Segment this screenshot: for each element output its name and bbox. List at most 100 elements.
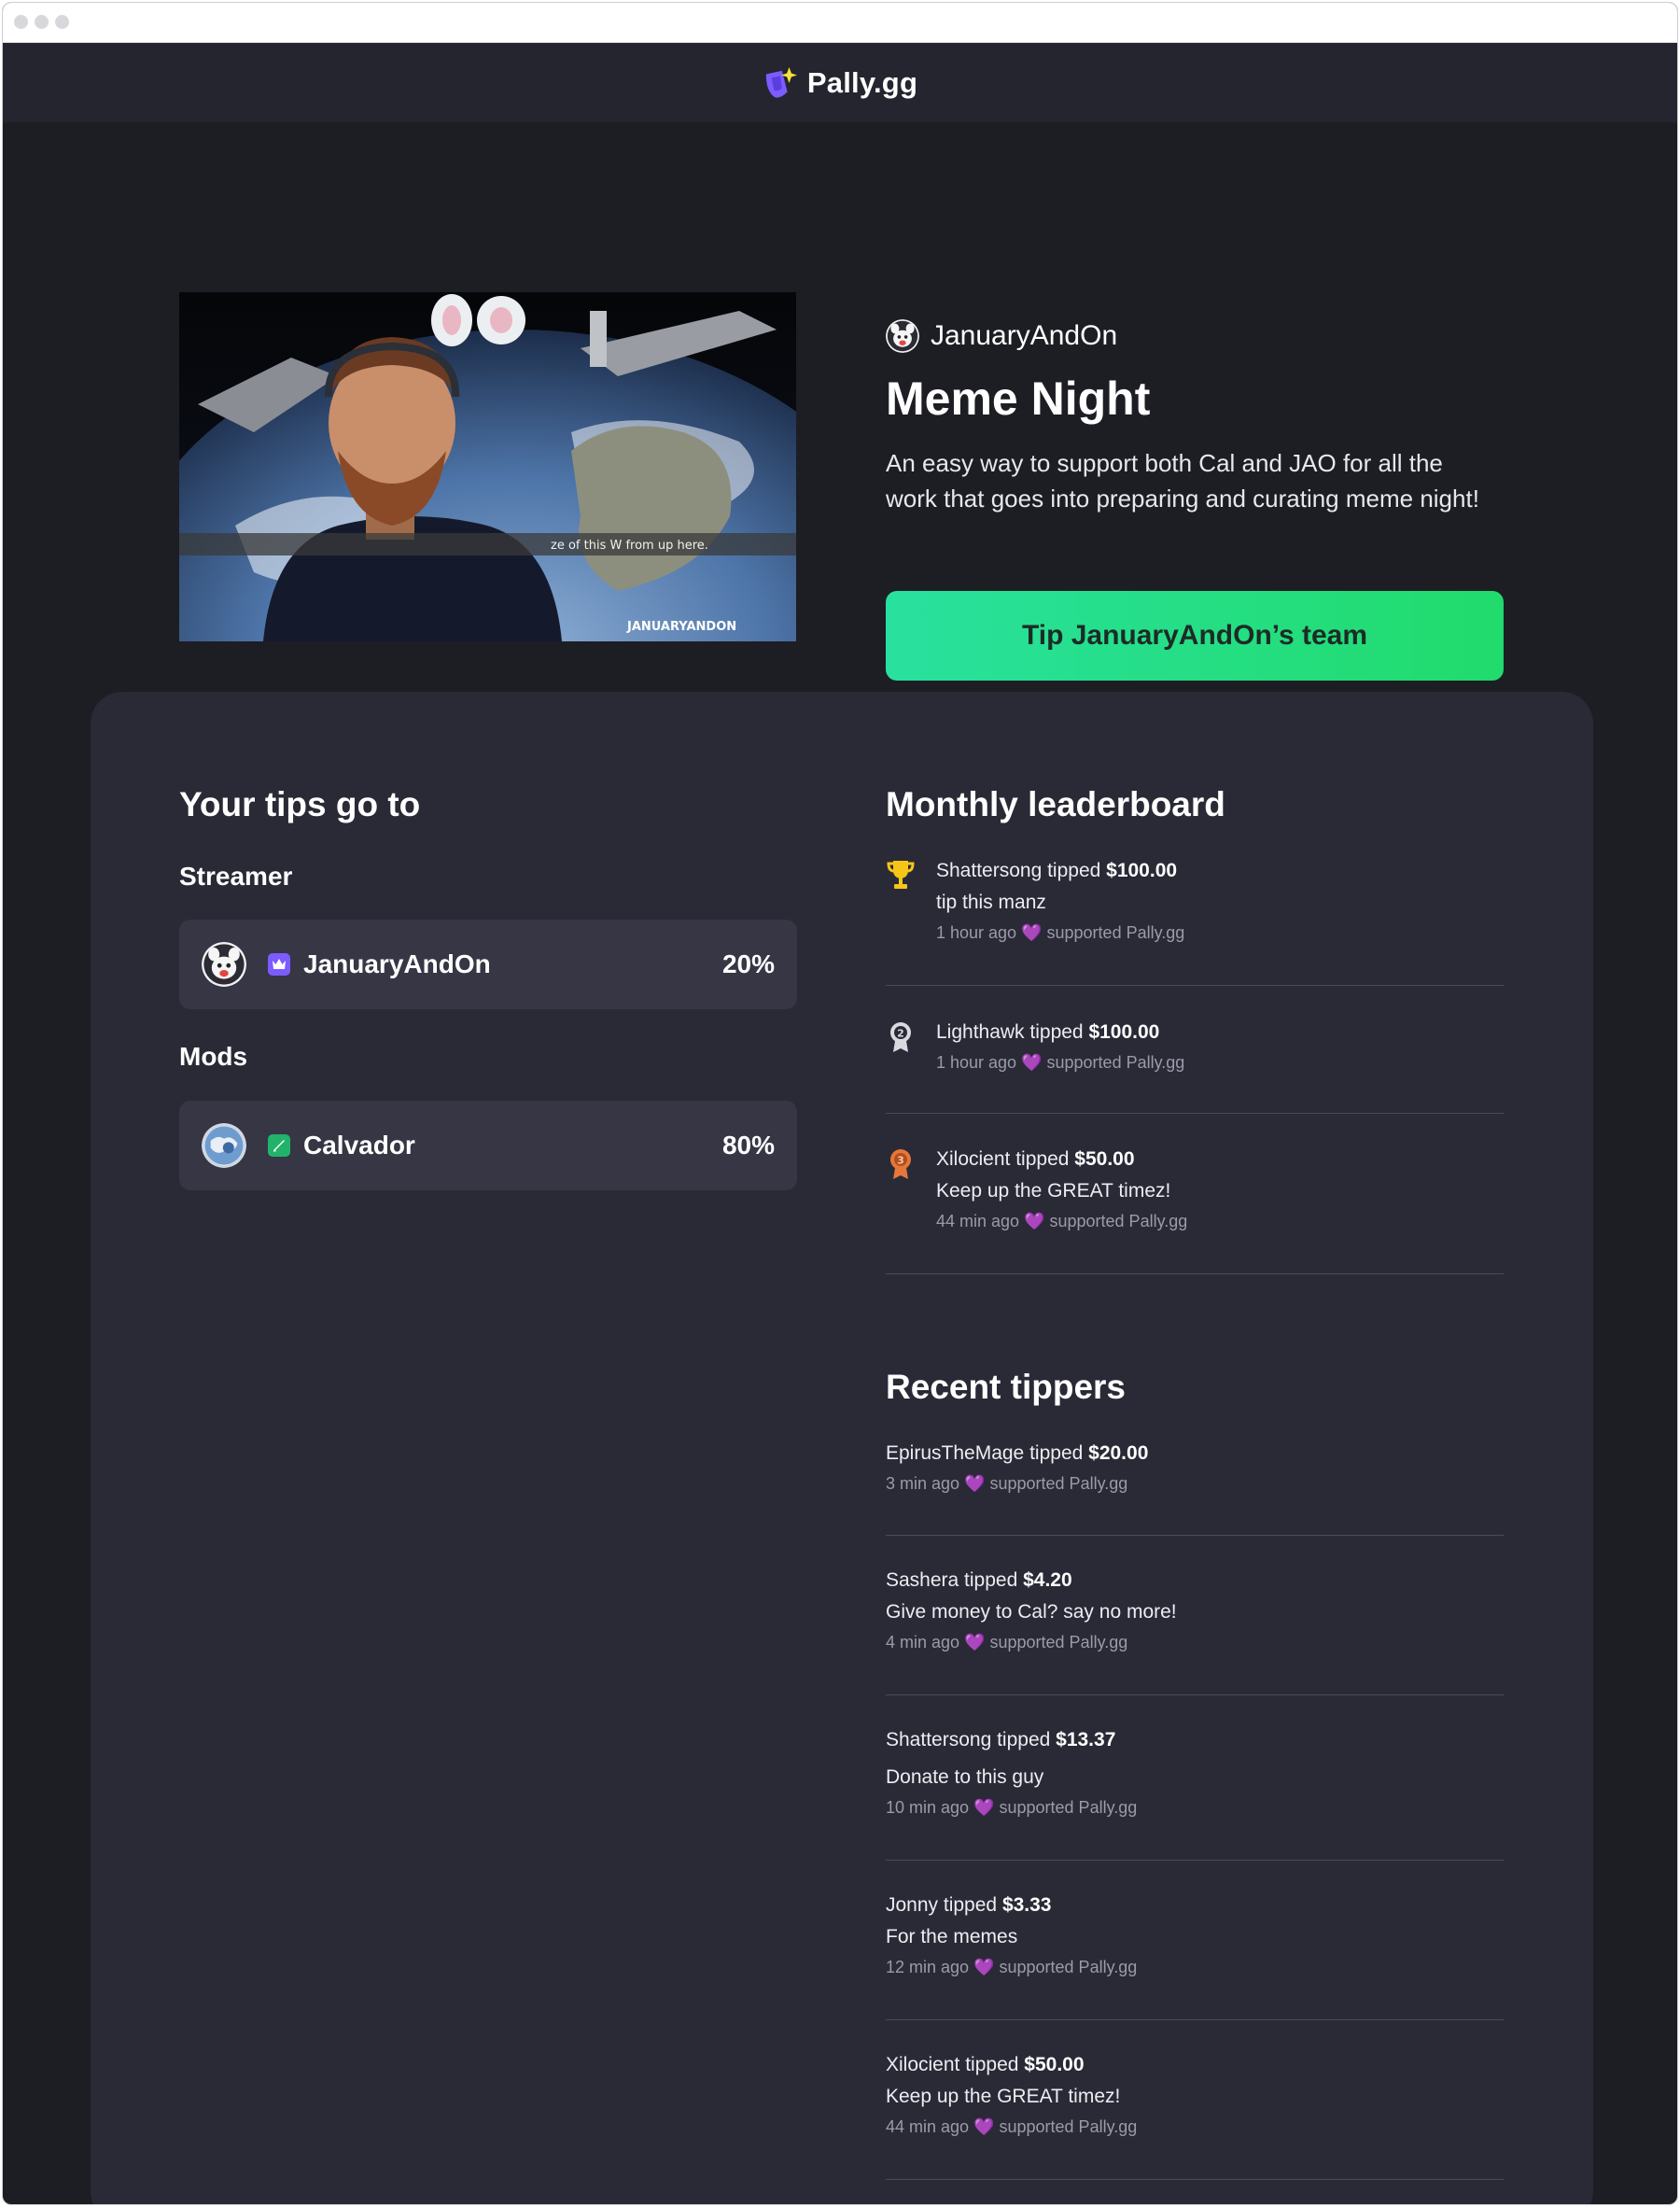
recent-tip-entry: Shattersong tipped $13.37 Donate to this…	[886, 1724, 1504, 1861]
tip-amount: $50.00	[1074, 1148, 1135, 1170]
tip-meta: 3 min ago 💜 supported Pally.gg	[886, 1469, 1504, 1497]
tip-meta: 1 hour ago 💜 supported Pally.gg	[936, 1048, 1184, 1076]
tip-line: Shattersong tipped $100.00	[936, 855, 1184, 887]
heart-icon: 💜	[1024, 1212, 1045, 1230]
tipper-name: Xilocient	[886, 2054, 960, 2075]
streamer-label: Streamer	[179, 862, 293, 891]
window-titlebar	[3, 3, 1677, 43]
tip-message: Give money to Cal? say no more!	[886, 1601, 1177, 1623]
heart-icon: 💜	[973, 2117, 995, 2136]
stream-video-thumbnail[interactable]: ze of this W from up here. JANUARYANDON	[179, 292, 796, 641]
video-frame-illustration: ze of this W from up here. JANUARYANDON	[179, 292, 796, 641]
window-controls	[14, 15, 69, 29]
tipper-name: Shattersong	[936, 860, 1043, 881]
tip-line: Sashera tipped $4.20	[886, 1565, 1504, 1596]
tip-verb: tipped	[1042, 860, 1107, 881]
leaderboard-entry-text: Lighthawk tipped $100.00 1 hour ago 💜 su…	[936, 1017, 1184, 1076]
tip-amount: $3.33	[1001, 1894, 1052, 1916]
tip-meta: 44 min ago 💜 supported Pally.gg	[936, 1207, 1187, 1235]
tipper-name: Jonny	[886, 1894, 939, 1916]
video-watermark-text: JANUARYANDON	[626, 620, 736, 634]
recent-tip-entry: Xilocient tipped $50.00 Keep up the GREA…	[886, 2049, 1504, 2180]
tip-meta: 1 hour ago 💜 supported Pally.gg	[936, 919, 1184, 947]
streamer-avatar	[202, 942, 246, 987]
tip-amount: $13.37	[1056, 1729, 1116, 1750]
tip-amount: $100.00	[1088, 1021, 1160, 1043]
heart-icon: 💜	[1021, 923, 1043, 942]
heart-icon: 💜	[973, 1798, 995, 1817]
tip-message: For the memes	[886, 1926, 1018, 1947]
leaderboard-heading: Monthly leaderboard	[886, 785, 1225, 823]
mod-name: Calvador	[303, 1131, 415, 1160]
support-note: supported Pally.gg	[1044, 1212, 1188, 1230]
brand-name: Pally.gg	[806, 65, 918, 99]
app-header: Pally.gg	[3, 43, 1677, 122]
tip-message: Donate to this guy	[886, 1766, 1044, 1788]
support-note: supported Pally.gg	[994, 1798, 1138, 1817]
creator-link[interactable]: JanuaryAndOn	[886, 316, 1504, 356]
tip-time: 1 hour ago	[936, 923, 1017, 942]
tip-meta: 44 min ago 💜 supported Pally.gg	[886, 2113, 1504, 2141]
heart-icon: 💜	[973, 1958, 995, 1976]
minimize-window-dot[interactable]	[35, 15, 49, 29]
brand-link[interactable]: Pally.gg	[763, 65, 917, 101]
event-profile: JanuaryAndOn Meme Night An easy way to s…	[886, 316, 1504, 516]
tip-verb: tipped	[938, 1894, 1002, 1916]
hero-section: ze of this W from up here. JANUARYANDON …	[3, 122, 1677, 692]
sword-icon	[268, 1134, 290, 1157]
recent-tip-entry: Sashera tipped $4.20 Give money to Cal? …	[886, 1565, 1504, 1695]
browser-window: Pally.gg ze of this W from up here. JANU…	[2, 2, 1678, 2205]
maximize-window-dot[interactable]	[55, 15, 69, 29]
svg-text:3: 3	[897, 1155, 904, 1167]
heart-icon: 💜	[964, 1633, 986, 1652]
support-note: supported Pally.gg	[985, 1474, 1128, 1493]
support-note: supported Pally.gg	[985, 1633, 1128, 1652]
streamer-split-card: JanuaryAndOn 20%	[179, 920, 797, 1009]
tipper-name: EpirusTheMage	[886, 1442, 1025, 1464]
medal-3-icon: 3	[890, 1149, 911, 1179]
recent-tippers-heading: Recent tippers	[886, 1368, 1127, 1406]
tip-message: Keep up the GREAT timez!	[886, 2086, 1121, 2107]
tip-time: 12 min ago	[886, 1958, 970, 1976]
streamer-percent: 20%	[721, 949, 775, 978]
tip-time: 44 min ago	[886, 2117, 970, 2136]
leaderboard-entry-text: Shattersong tipped $100.00 tip this manz…	[936, 855, 1184, 947]
video-caption-text: ze of this W from up here.	[551, 539, 708, 553]
tip-amount: $50.00	[1024, 2054, 1085, 2075]
tip-time: 1 hour ago	[936, 1053, 1017, 1072]
tip-meta: 12 min ago 💜 supported Pally.gg	[886, 1953, 1504, 1981]
tips-split-heading: Your tips go to	[179, 785, 421, 823]
streamer-name: JanuaryAndOn	[303, 949, 491, 978]
heart-icon: 💜	[964, 1474, 986, 1493]
tip-meta: 4 min ago 💜 supported Pally.gg	[886, 1628, 1504, 1656]
tip-line: Jonny tipped $3.33	[886, 1890, 1504, 1921]
tip-verb: tipped	[1024, 1442, 1089, 1464]
tip-verb: tipped	[991, 1729, 1057, 1750]
leaderboard-entry: Shattersong tipped $100.00 tip this manz…	[886, 855, 1504, 986]
tip-time: 44 min ago	[936, 1212, 1020, 1230]
tip-line: Xilocient tipped $50.00	[886, 2049, 1504, 2081]
tip-line: EpirusTheMage tipped $20.00	[886, 1438, 1504, 1469]
tip-team-button[interactable]: Tip JanuaryAndOn’s team	[886, 591, 1504, 681]
tip-amount: $4.20	[1023, 1569, 1072, 1591]
pally-logo-icon	[765, 66, 797, 98]
tip-amount: $100.00	[1106, 860, 1178, 881]
tipper-name: Shattersong	[886, 1729, 992, 1750]
tip-time: 4 min ago	[886, 1633, 960, 1652]
support-note: supported Pally.gg	[994, 1958, 1138, 1976]
close-window-dot[interactable]	[14, 15, 28, 29]
trophy-icon	[887, 861, 915, 889]
leaderboard-entry-text: Xilocient tipped $50.00 Keep up the GREA…	[936, 1144, 1187, 1235]
mod-avatar	[202, 1123, 246, 1168]
svg-text:2: 2	[897, 1028, 904, 1040]
tip-verb: tipped	[1010, 1148, 1075, 1170]
recent-tip-entry: EpirusTheMage tipped $20.00 3 min ago 💜 …	[886, 1438, 1504, 1536]
support-note: supported Pally.gg	[1042, 1053, 1185, 1072]
event-title: Meme Night	[886, 373, 1151, 425]
tip-line: Xilocient tipped $50.00	[936, 1144, 1187, 1175]
mod-split-card: Calvador 80%	[179, 1101, 797, 1190]
crown-icon	[268, 953, 290, 976]
tipper-name: Xilocient	[936, 1148, 1011, 1170]
leaderboard-entry: 3 Xilocient tipped $50.00 Keep up the GR…	[886, 1144, 1504, 1274]
tip-verb: tipped	[959, 1569, 1024, 1591]
